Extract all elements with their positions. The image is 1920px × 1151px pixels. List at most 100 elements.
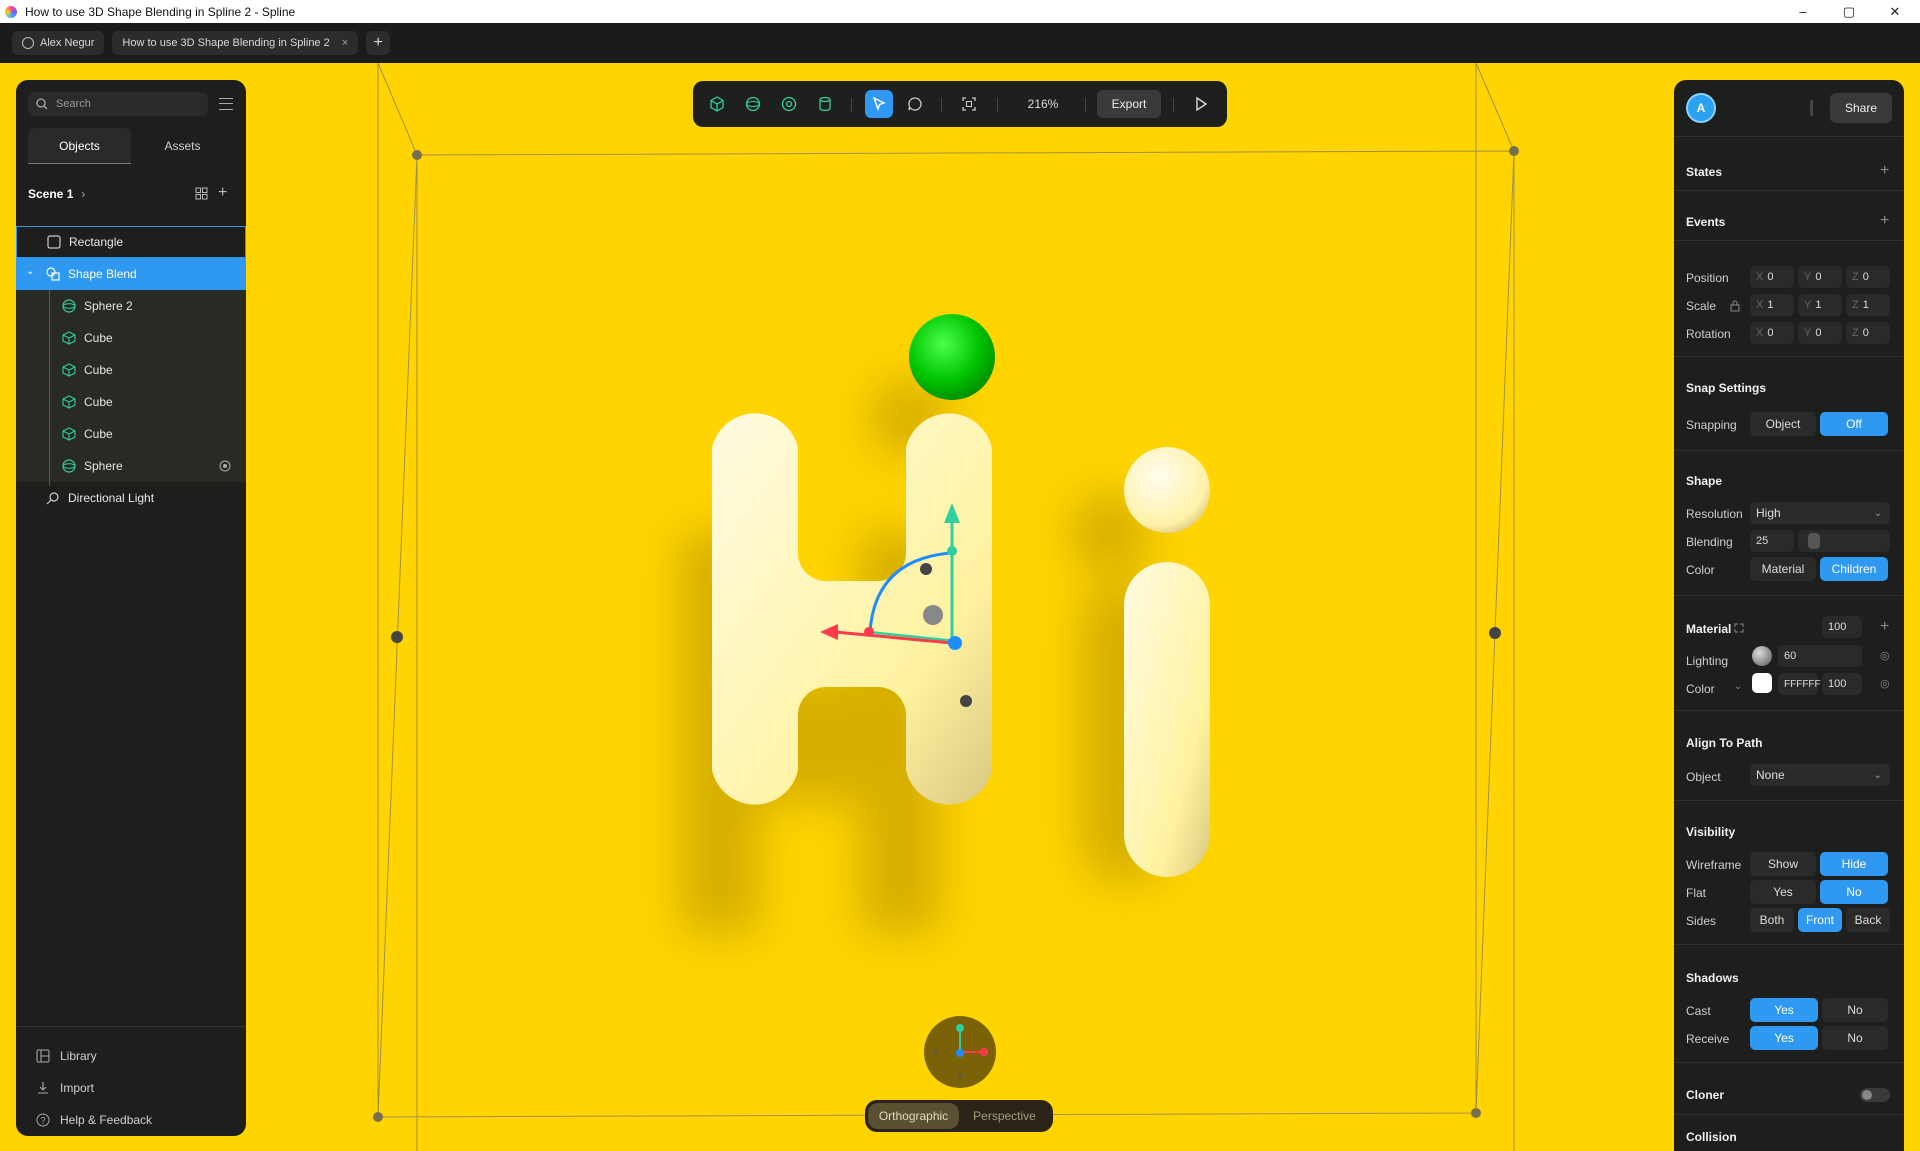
resolution-dropdown[interactable]: High ⌄: [1750, 502, 1890, 524]
lighting-preview[interactable]: [1752, 646, 1772, 666]
position-y-field[interactable]: Y0: [1798, 266, 1842, 288]
cube-icon: [62, 395, 76, 409]
help-feedback-link[interactable]: ? Help & Feedback: [36, 1104, 152, 1136]
tree-item-sphere[interactable]: Sphere: [16, 450, 246, 482]
tree-item-directional-light[interactable]: Directional Light: [16, 482, 246, 514]
minimize-button[interactable]: –: [1780, 0, 1826, 23]
color-material-option[interactable]: Material: [1750, 557, 1816, 581]
position-z-field[interactable]: Z0: [1846, 266, 1890, 288]
tree-item-cube[interactable]: Cube: [16, 386, 246, 418]
blending-slider[interactable]: [1798, 530, 1890, 552]
color-hex-field[interactable]: FFFFFF: [1778, 673, 1821, 695]
tree-item-label: Cube: [84, 331, 113, 345]
comment-tool-button[interactable]: [901, 90, 929, 118]
library-link[interactable]: Library: [36, 1040, 152, 1072]
sides-front-option[interactable]: Front: [1798, 908, 1842, 932]
close-window-button[interactable]: ✕: [1872, 0, 1918, 23]
document-tab[interactable]: How to use 3D Shape Blending in Spline 2…: [112, 31, 359, 55]
add-event-icon[interactable]: +: [1880, 213, 1889, 229]
window-title-bar: How to use 3D Shape Blending in Spline 2…: [0, 0, 1920, 23]
snapping-off-option[interactable]: Off: [1820, 412, 1888, 436]
sphere-tool-button[interactable]: [739, 90, 767, 118]
position-x-field[interactable]: X0: [1750, 266, 1794, 288]
lighting-field[interactable]: 60: [1778, 645, 1862, 667]
flat-no-option[interactable]: No: [1820, 880, 1888, 904]
cloner-toggle[interactable]: [1860, 1088, 1890, 1102]
tree-item-shape-blend[interactable]: ⌄ Shape Blend: [16, 258, 246, 290]
grid-view-icon[interactable]: [195, 187, 208, 200]
tree-item-rectangle[interactable]: Rectangle: [16, 226, 246, 258]
align-object-dropdown[interactable]: None ⌄: [1750, 764, 1890, 786]
chevron-down-icon[interactable]: ⌄: [26, 266, 40, 280]
add-layer-icon[interactable]: +: [1880, 619, 1889, 635]
flat-segmented: Yes No: [1750, 880, 1888, 904]
3d-viewport[interactable]: Orthographic Perspective: [0, 63, 1920, 1151]
expand-icon[interactable]: [1734, 623, 1744, 633]
cast-no-option[interactable]: No: [1822, 998, 1888, 1022]
eye-icon[interactable]: ◎: [1880, 649, 1890, 662]
blending-value-field[interactable]: 25: [1750, 530, 1794, 552]
sides-back-option[interactable]: Back: [1846, 908, 1890, 932]
scale-z-field[interactable]: Z1: [1846, 294, 1890, 316]
tab-assets[interactable]: Assets: [131, 128, 234, 164]
color-children-option[interactable]: Children: [1820, 557, 1888, 581]
maximize-button[interactable]: ▢: [1826, 0, 1872, 23]
wireframe-show-option[interactable]: Show: [1750, 852, 1816, 876]
search-input[interactable]: [56, 98, 196, 110]
cylinder-tool-button[interactable]: [811, 90, 839, 118]
scale-y-field[interactable]: Y1: [1798, 294, 1842, 316]
new-tab-button[interactable]: +: [366, 31, 391, 55]
user-avatar[interactable]: A: [1686, 93, 1716, 123]
orthographic-button[interactable]: Orthographic: [868, 1103, 959, 1129]
view-orientation-gizmo[interactable]: [924, 1016, 996, 1088]
frame-selection-button[interactable]: [955, 90, 983, 118]
scale-x-field[interactable]: X1: [1750, 294, 1794, 316]
receive-no-option[interactable]: No: [1822, 1026, 1888, 1050]
right-panel-header: A Share: [1674, 80, 1904, 136]
import-link[interactable]: Import: [36, 1072, 152, 1104]
events-title: Events: [1686, 215, 1726, 229]
tree-item-cube[interactable]: Cube: [16, 418, 246, 450]
material-opacity-field[interactable]: 100: [1822, 616, 1862, 638]
target-icon[interactable]: [219, 460, 233, 474]
tab-objects[interactable]: Objects: [28, 128, 131, 164]
close-tab-icon[interactable]: ×: [342, 37, 348, 49]
lock-icon[interactable]: [1730, 300, 1740, 312]
flat-yes-option[interactable]: Yes: [1750, 880, 1816, 904]
export-button[interactable]: Export: [1097, 90, 1161, 118]
search-box[interactable]: [28, 92, 208, 116]
perspective-button[interactable]: Perspective: [959, 1103, 1050, 1129]
play-button[interactable]: [1187, 90, 1215, 118]
zoom-level[interactable]: 216%: [1013, 90, 1073, 118]
receive-yes-option[interactable]: Yes: [1750, 1026, 1818, 1050]
share-button[interactable]: Share: [1830, 93, 1892, 123]
cube-icon: [62, 427, 76, 441]
rotation-y-field[interactable]: Y0: [1798, 322, 1842, 344]
rotation-x-field[interactable]: X0: [1750, 322, 1794, 344]
select-tool-button[interactable]: [865, 90, 893, 118]
slider-thumb[interactable]: [1808, 533, 1820, 549]
user-tab[interactable]: Alex Negur: [12, 31, 105, 55]
cube-tool-button[interactable]: [703, 90, 731, 118]
sides-both-option[interactable]: Both: [1750, 908, 1794, 932]
user-name: Alex Negur: [40, 37, 95, 49]
tree-item-cube[interactable]: Cube: [16, 354, 246, 386]
add-state-icon[interactable]: +: [1880, 163, 1889, 179]
color-swatch[interactable]: [1752, 673, 1772, 693]
tree-item-sphere-2[interactable]: Sphere 2: [16, 290, 246, 322]
cast-yes-option[interactable]: Yes: [1750, 998, 1818, 1022]
snapping-object-option[interactable]: Object: [1750, 412, 1816, 436]
chevron-down-icon[interactable]: ⌄: [1734, 681, 1742, 692]
tree-item-cube[interactable]: Cube: [16, 322, 246, 354]
scene-selector[interactable]: Scene 1 › +: [28, 184, 234, 204]
hamburger-menu-icon[interactable]: [219, 98, 233, 110]
torus-tool-button[interactable]: [775, 90, 803, 118]
rectangle-icon: [47, 235, 61, 249]
color-opacity-field[interactable]: 100: [1822, 673, 1862, 695]
eye-icon[interactable]: ◎: [1880, 677, 1890, 690]
wireframe-hide-option[interactable]: Hide: [1820, 852, 1888, 876]
flat-label: Flat: [1686, 886, 1707, 900]
chevron-right-icon: ›: [81, 187, 86, 201]
add-object-icon[interactable]: +: [218, 184, 227, 202]
rotation-z-field[interactable]: Z0: [1846, 322, 1890, 344]
